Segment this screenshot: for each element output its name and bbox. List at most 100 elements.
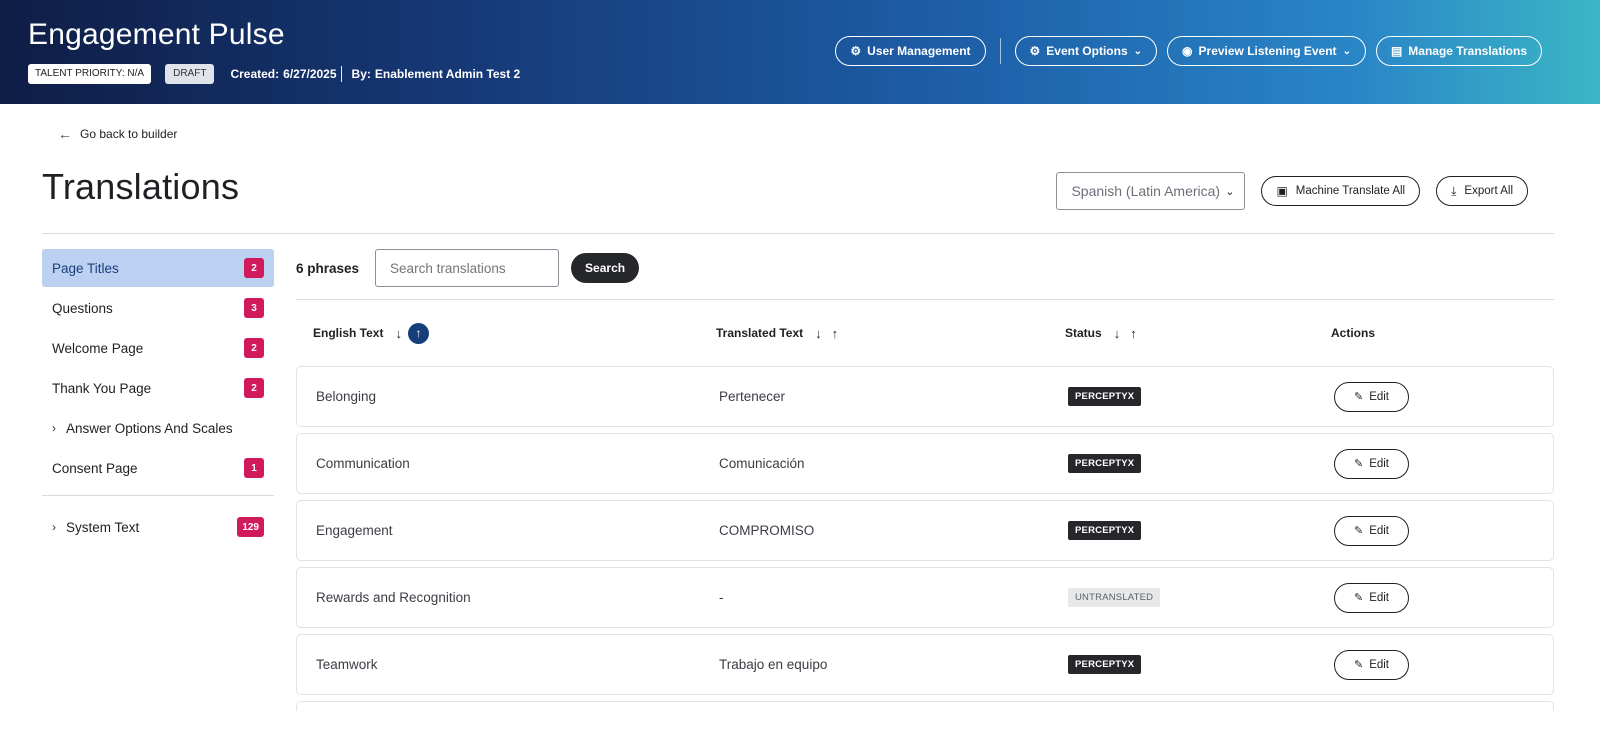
translation-controls: Spanish (Latin America) ⌄ ▣ Machine Tran… xyxy=(1056,172,1528,210)
edit-icon: ✎ xyxy=(1353,391,1364,403)
edit-label: Edit xyxy=(1369,524,1390,537)
edit-button[interactable]: ✎ Edit xyxy=(1334,448,1409,479)
actions-cell: ✎ Edit xyxy=(1315,649,1551,680)
english-text-cell: Communication xyxy=(316,456,410,471)
edit-label: Edit xyxy=(1369,457,1390,470)
actions-cell: ✎ Edit xyxy=(1315,381,1551,412)
english-text-cell: Belonging xyxy=(316,389,377,404)
status-badge: PERCEPTYX xyxy=(1068,454,1142,473)
sidebar-item-label: Questions xyxy=(52,300,113,316)
sidebar-item-label: System Text xyxy=(66,519,140,535)
translated-text-cell: Comunicación xyxy=(719,456,805,471)
category-sidebar: Page Titles 2 Questions 3 Welcome Page 2… xyxy=(42,249,274,548)
eye-icon: ◉ xyxy=(1182,44,1193,58)
status-cell: PERCEPTYX xyxy=(1049,655,1315,674)
count-badge: 2 xyxy=(244,258,264,278)
manage-translations-button[interactable]: ▤ Manage Translations xyxy=(1375,36,1542,66)
column-header-actions: Actions xyxy=(1314,326,1550,340)
chevron-right-icon: › xyxy=(52,421,56,435)
created-label: Created: xyxy=(230,67,280,81)
sidebar-item-system-text[interactable]: › System Text 129 xyxy=(42,508,274,546)
phrase-count: 6 phrases xyxy=(296,260,360,276)
edit-button[interactable]: ✎ Edit xyxy=(1334,582,1409,613)
sidebar-item-answer-options[interactable]: › Answer Options And Scales xyxy=(42,409,274,447)
translated-text-cell: Pertenecer xyxy=(719,389,786,404)
page-title: Translations xyxy=(42,166,240,207)
column-label: Actions xyxy=(1331,326,1376,340)
count-badge: 129 xyxy=(237,517,264,537)
sidebar-item-label: Answer Options And Scales xyxy=(66,420,233,436)
translated-text-cell: - xyxy=(719,590,724,605)
column-label: Status xyxy=(1065,326,1102,340)
language-select[interactable]: Spanish (Latin America) ⌄ xyxy=(1056,172,1246,210)
user-management-button[interactable]: ⚙ User Management xyxy=(835,36,986,66)
table-row-partial xyxy=(296,701,1554,711)
by-label: By: xyxy=(351,67,371,81)
machine-translate-all-button[interactable]: ▣ Machine Translate All xyxy=(1261,176,1421,206)
back-to-builder-link[interactable]: ← Go back to builder xyxy=(58,126,177,142)
user-management-label: User Management xyxy=(867,44,971,58)
export-all-button[interactable]: ⤓ Export All xyxy=(1436,176,1528,206)
chevron-down-icon: ⌄ xyxy=(1225,185,1235,198)
column-label: Translated Text xyxy=(716,326,804,340)
status-cell: UNTRANSLATED xyxy=(1049,588,1315,607)
table-row: Engagement COMPROMISO PERCEPTYX ✎ Edit xyxy=(296,500,1554,561)
status-cell: PERCEPTYX xyxy=(1049,387,1315,406)
sort-asc-active-icon[interactable]: ↑ xyxy=(407,322,429,344)
edit-button[interactable]: ✎ Edit xyxy=(1334,649,1409,680)
sort-desc-icon[interactable]: ↓ xyxy=(395,326,402,341)
search-input[interactable] xyxy=(375,249,560,287)
actions-cell: ✎ Edit xyxy=(1315,515,1551,546)
header-divider xyxy=(999,38,1001,64)
by-value: Enablement Admin Test 2 xyxy=(374,67,521,81)
column-header-english: English Text ↓ ↑ xyxy=(296,322,699,344)
sort-desc-icon[interactable]: ↓ xyxy=(815,326,822,341)
actions-cell: ✎ Edit xyxy=(1315,448,1551,479)
sidebar-item-welcome-page[interactable]: Welcome Page 2 xyxy=(42,329,274,367)
back-link-label: Go back to builder xyxy=(80,127,178,141)
translated-text-cell: Trabajo en equipo xyxy=(719,657,828,672)
edit-label: Edit xyxy=(1369,390,1390,403)
language-select-value: Spanish (Latin America) xyxy=(1071,183,1221,199)
robot-icon: ▣ xyxy=(1276,184,1288,198)
edit-button[interactable]: ✎ Edit xyxy=(1334,381,1409,412)
created-value: 6/27/2025 xyxy=(283,67,337,81)
edit-icon: ✎ xyxy=(1353,659,1364,671)
meta-divider xyxy=(340,66,342,82)
count-badge: 3 xyxy=(244,298,264,318)
english-text-cell: Rewards and Recognition xyxy=(316,590,471,605)
app-header: Engagement Pulse TALENT PRIORITY: N/A DR… xyxy=(0,0,1600,104)
status-badge: UNTRANSLATED xyxy=(1068,588,1161,607)
id-card-icon: ▤ xyxy=(1390,44,1403,58)
sidebar-item-label-wrap: › Answer Options And Scales xyxy=(52,421,233,436)
edit-button[interactable]: ✎ Edit xyxy=(1334,515,1409,546)
sort-asc-icon[interactable]: ↑ xyxy=(832,326,839,341)
sidebar-item-label: Page Titles xyxy=(52,260,119,276)
arrow-left-icon: ← xyxy=(58,126,72,142)
sidebar-item-questions[interactable]: Questions 3 xyxy=(42,289,274,327)
gears-icon: ⚙ xyxy=(1029,44,1041,58)
status-cell: PERCEPTYX xyxy=(1049,454,1315,473)
event-options-button[interactable]: ⚙ Event Options ⌄ xyxy=(1014,36,1158,66)
sidebar-item-label: Consent Page xyxy=(52,460,138,476)
sort-desc-icon[interactable]: ↓ xyxy=(1114,326,1121,341)
user-gear-icon: ⚙ xyxy=(850,44,862,58)
column-header-status: Status ↓ ↑ xyxy=(1048,326,1314,341)
status-badge: PERCEPTYX xyxy=(1068,387,1142,406)
english-text-cell: Engagement xyxy=(316,523,393,538)
preview-event-button[interactable]: ◉ Preview Listening Event ⌄ xyxy=(1167,36,1366,66)
sidebar-item-page-titles[interactable]: Page Titles 2 xyxy=(42,249,274,287)
sidebar-item-label-wrap: › System Text xyxy=(52,520,139,535)
event-options-label: Event Options xyxy=(1046,44,1128,58)
machine-translate-label: Machine Translate All xyxy=(1295,185,1406,197)
talent-priority-badge: TALENT PRIORITY: N/A xyxy=(28,64,152,84)
status-cell: PERCEPTYX xyxy=(1049,521,1315,540)
sidebar-item-consent-page[interactable]: Consent Page 1 xyxy=(42,449,274,487)
translations-panel: 6 phrases Search English Text ↓ ↑ Transl… xyxy=(296,249,1554,711)
table-row: Teamwork Trabajo en equipo PERCEPTYX ✎ Ed… xyxy=(296,634,1554,695)
edit-icon: ✎ xyxy=(1353,525,1364,537)
search-button[interactable]: Search xyxy=(571,253,640,283)
sidebar-item-thank-you-page[interactable]: Thank You Page 2 xyxy=(42,369,274,407)
column-header-translated: Translated Text ↓ ↑ xyxy=(699,326,1048,341)
sort-asc-icon[interactable]: ↑ xyxy=(1130,326,1137,341)
